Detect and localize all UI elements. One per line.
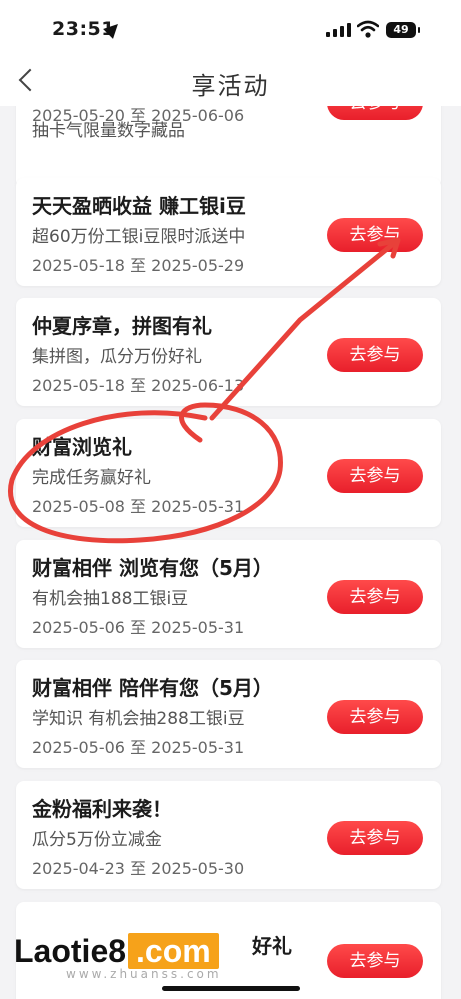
watermark: Laotie8 .com 好礼 www.zhuanss.com (0, 926, 461, 986)
battery-icon: 49 (386, 22, 420, 38)
activity-date: 2025-05-18 至 2025-06-13 (32, 376, 245, 395)
activity-title: 财富相伴 浏览有您（5月） (32, 556, 273, 580)
activity-card[interactable]: 仲夏序章，拼图有礼 集拼图，瓜分万份好礼 2025-05-18 至 2025-0… (16, 298, 441, 406)
activity-card[interactable]: 财富浏览礼 完成任务赢好礼 2025-05-08 至 2025-05-31 去参… (16, 419, 441, 527)
activity-date: 2025-05-20 至 2025-06-06 (32, 106, 245, 125)
activity-title: 仲夏序章，拼图有礼 (32, 314, 212, 338)
watermark-url: www.zhuanss.com (66, 967, 222, 981)
activity-list[interactable]: 抽卡气限量数字藏品 2025-05-20 至 2025-06-06 去参与 天天… (0, 106, 461, 999)
activity-title: 天天盈晒收益 赚工银i豆 (32, 194, 246, 218)
activity-date: 2025-05-06 至 2025-05-31 (32, 738, 245, 757)
join-button[interactable]: 去参与 (327, 106, 423, 120)
activity-card[interactable]: 天天盈晒收益 赚工银i豆 超60万份工银i豆限时派送中 2025-05-18 至… (16, 178, 441, 286)
activity-subtitle: 集拼图，瓜分万份好礼 (32, 347, 202, 367)
activity-subtitle: 超60万份工银i豆限时派送中 (32, 227, 246, 247)
activity-card[interactable]: 抽卡气限量数字藏品 2025-05-20 至 2025-06-06 去参与 (16, 106, 441, 188)
join-button[interactable]: 去参与 (327, 700, 423, 734)
join-button[interactable]: 去参与 (327, 821, 423, 855)
watermark-logo: Laotie8 .com (14, 933, 219, 970)
activity-subtitle: 有机会抽188工银i豆 (32, 589, 189, 609)
activity-subtitle: 学知识 有机会抽288工银i豆 (32, 709, 245, 729)
join-button[interactable]: 去参与 (327, 580, 423, 614)
page-title: 享活动 (191, 72, 270, 100)
watermark-brand-suffix: .com (128, 933, 219, 969)
activity-date: 2025-05-18 至 2025-05-29 (32, 256, 245, 275)
activity-subtitle: 瓜分5万份立减金 (32, 830, 162, 850)
activity-title: 财富浏览礼 (32, 435, 132, 459)
home-indicator (162, 986, 300, 991)
watermark-brand: Laotie8 (14, 933, 127, 969)
activity-card[interactable]: 财富相伴 陪伴有您（5月） 学知识 有机会抽288工银i豆 2025-05-06… (16, 660, 441, 768)
wifi-icon (357, 20, 379, 38)
signal-icon (326, 23, 351, 37)
join-button[interactable]: 去参与 (327, 338, 423, 372)
nav-bar: 享活动 (0, 58, 461, 106)
activity-title-partial: 好礼 (252, 934, 292, 958)
join-button[interactable]: 去参与 (327, 218, 423, 252)
activity-card[interactable]: 财富相伴 浏览有您（5月） 有机会抽188工银i豆 2025-05-06 至 2… (16, 540, 441, 648)
activity-title: 金粉福利来袭！ (32, 797, 172, 821)
activity-title: 财富相伴 陪伴有您（5月） (32, 676, 273, 700)
activity-date: 2025-05-06 至 2025-05-31 (32, 618, 245, 637)
activity-card[interactable]: 金粉福利来袭！ 瓜分5万份立减金 2025-04-23 至 2025-05-30… (16, 781, 441, 889)
activity-date: 2025-05-08 至 2025-05-31 (32, 497, 245, 516)
activity-subtitle: 完成任务赢好礼 (32, 468, 151, 488)
status-bar: 23:51 49 (0, 0, 461, 58)
activity-date: 2025-04-23 至 2025-05-30 (32, 859, 245, 878)
join-button[interactable]: 去参与 (327, 459, 423, 493)
